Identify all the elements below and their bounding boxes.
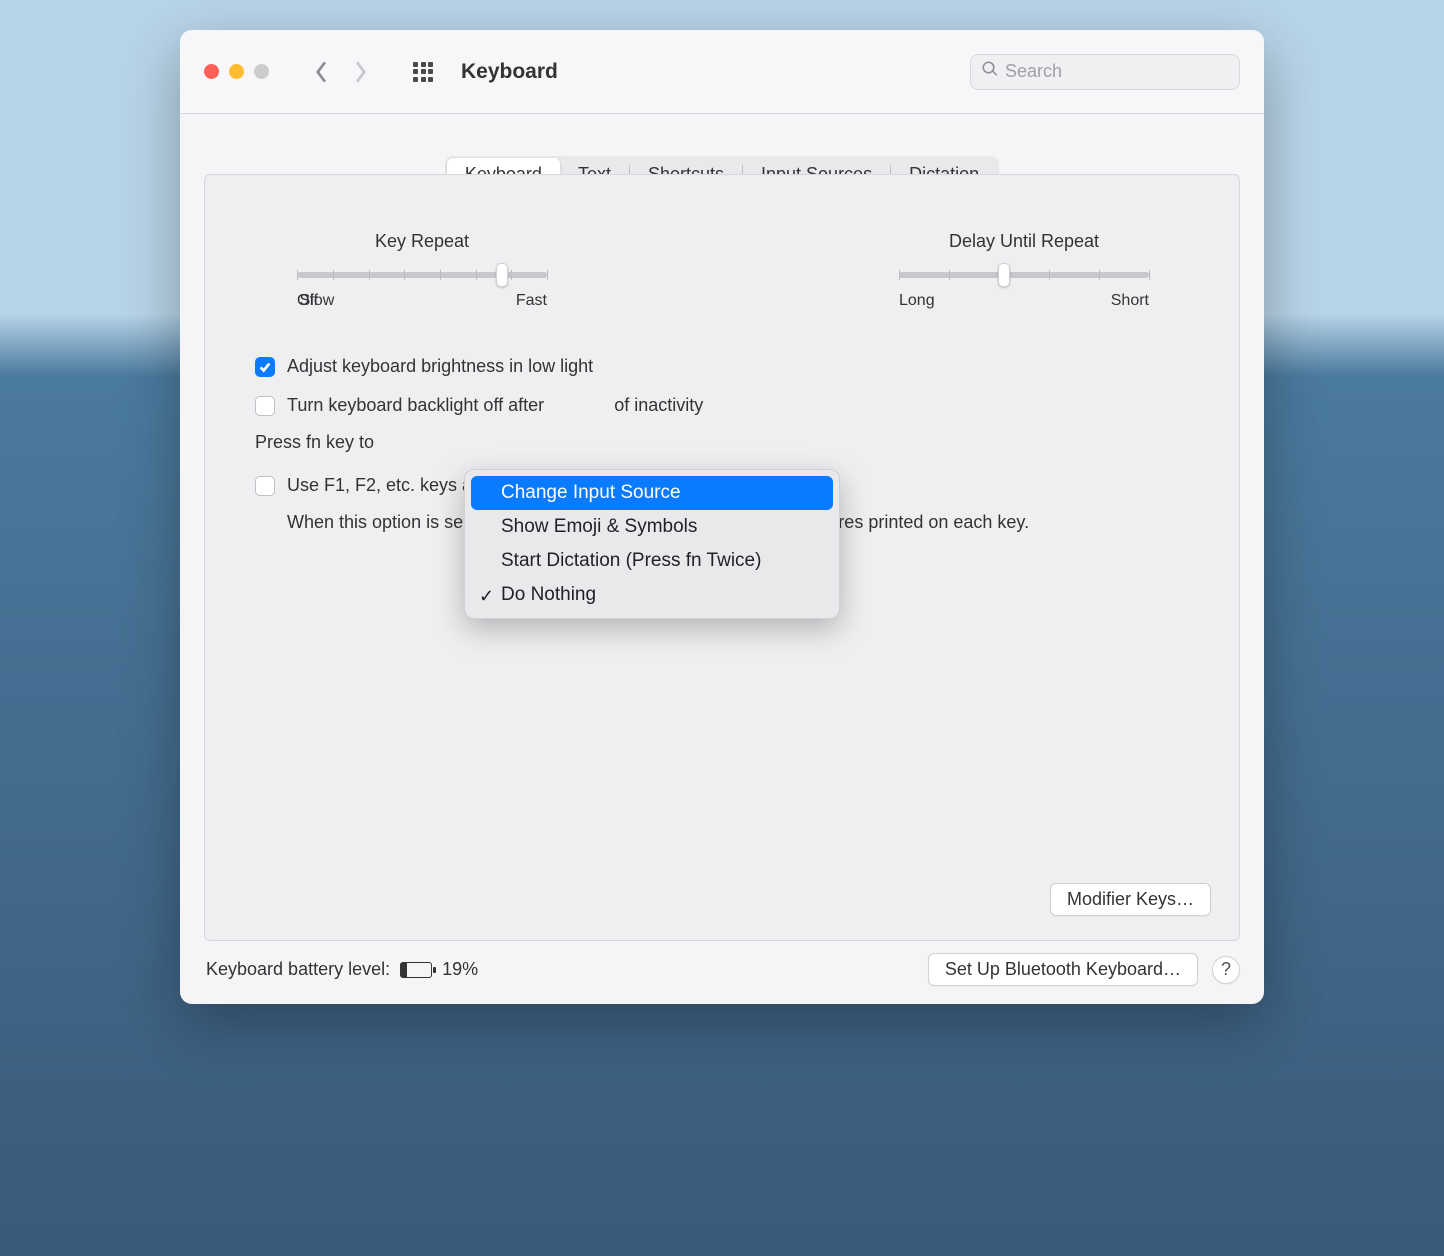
delay-long-label: Long: [899, 292, 935, 310]
help-button[interactable]: ?: [1212, 956, 1240, 984]
window-title: Keyboard: [461, 60, 558, 84]
sliders-row: Key Repeat Off Slow: [255, 231, 1189, 310]
adjust-brightness-checkbox[interactable]: [255, 357, 275, 377]
adjust-brightness-row: Adjust keyboard brightness in low light: [255, 354, 1189, 379]
press-fn-row: Press fn key to: [255, 432, 1189, 453]
backlight-off-checkbox[interactable]: [255, 396, 275, 416]
dropdown-option-show-emoji[interactable]: Show Emoji & Symbols: [471, 510, 833, 544]
dropdown-option-label: Do Nothing: [501, 584, 596, 605]
modifier-keys-button[interactable]: Modifier Keys…: [1050, 883, 1211, 916]
dropdown-option-change-input-source[interactable]: Change Input Source: [471, 476, 833, 510]
backlight-off-row: Turn keyboard backlight off after of ina…: [255, 393, 1189, 418]
delay-until-repeat-slider[interactable]: [899, 272, 1149, 278]
modifier-keys-wrap: Modifier Keys…: [1050, 883, 1211, 916]
delay-until-repeat-slider-group: Delay Until Repeat Long Short: [859, 231, 1189, 310]
delay-until-repeat-label: Delay Until Repeat: [859, 231, 1189, 252]
dropdown-option-label: Start Dictation (Press fn Twice): [501, 550, 761, 571]
minimize-button[interactable]: [229, 64, 244, 79]
adjust-brightness-label: Adjust keyboard brightness in low light: [287, 354, 593, 379]
use-fkeys-checkbox[interactable]: [255, 476, 275, 496]
delay-until-repeat-thumb[interactable]: [998, 263, 1010, 287]
back-button[interactable]: [313, 62, 329, 82]
close-button[interactable]: [204, 64, 219, 79]
forward-button[interactable]: [353, 62, 369, 82]
search-field-wrap: [970, 54, 1240, 90]
show-all-icon[interactable]: [413, 62, 433, 82]
battery-icon: [400, 962, 432, 978]
key-repeat-slider-group: Key Repeat Off Slow: [257, 231, 587, 310]
key-repeat-labels: Off Slow Fast: [297, 292, 547, 310]
fn-key-dropdown[interactable]: Change Input Source Show Emoji & Symbols…: [464, 469, 840, 619]
nav-buttons: [313, 62, 369, 82]
backlight-off-prefix: Turn keyboard backlight off after: [287, 395, 544, 415]
key-repeat-thumb[interactable]: [496, 263, 508, 287]
traffic-lights: [204, 64, 269, 79]
battery-percent: 19%: [442, 959, 478, 980]
key-repeat-slider[interactable]: [297, 272, 547, 278]
search-icon: [981, 60, 999, 83]
dropdown-option-label: Show Emoji & Symbols: [501, 516, 697, 537]
backlight-off-suffix: of inactivity: [614, 395, 703, 415]
delay-until-repeat-labels: Long Short: [899, 292, 1149, 310]
titlebar: Keyboard: [180, 30, 1264, 114]
battery-fill: [401, 963, 407, 977]
search-input[interactable]: [1005, 61, 1237, 82]
footer-right: Set Up Bluetooth Keyboard… ?: [928, 953, 1240, 986]
delay-short-label: Short: [1111, 292, 1149, 310]
key-repeat-fast-label: Fast: [516, 292, 547, 310]
keyboard-preferences-window: Keyboard Keyboard Text Shortcuts Input S…: [180, 30, 1264, 1004]
dropdown-option-label: Change Input Source: [501, 482, 681, 503]
setup-bluetooth-button[interactable]: Set Up Bluetooth Keyboard…: [928, 953, 1198, 986]
battery-label: Keyboard battery level:: [206, 959, 390, 980]
checkmark-icon: ✓: [479, 586, 494, 607]
press-fn-label: Press fn key to: [255, 432, 374, 452]
content-area: Keyboard Text Shortcuts Input Sources Di…: [180, 114, 1264, 1004]
maximize-button[interactable]: [254, 64, 269, 79]
dropdown-option-start-dictation[interactable]: Start Dictation (Press fn Twice): [471, 544, 833, 578]
key-repeat-slow-label: Slow: [300, 292, 335, 310]
footer: Keyboard battery level: 19% Set Up Bluet…: [204, 941, 1240, 980]
backlight-off-label: Turn keyboard backlight off after of ina…: [287, 393, 703, 418]
key-repeat-label: Key Repeat: [257, 231, 587, 252]
dropdown-option-do-nothing[interactable]: ✓ Do Nothing: [471, 578, 833, 612]
